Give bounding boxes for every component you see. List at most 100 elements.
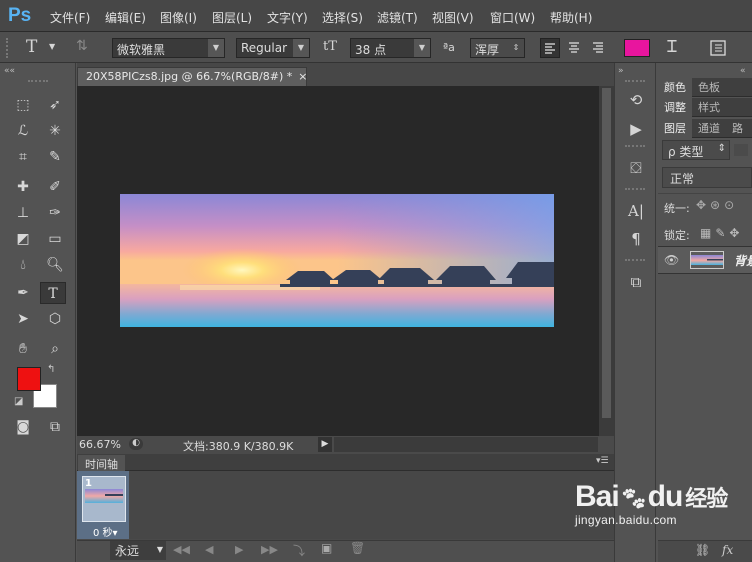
loop-select[interactable]: 永远 ▼	[110, 541, 166, 560]
text-tool-preset[interactable]: T	[26, 37, 37, 57]
zoom-level[interactable]: 66.67%	[79, 438, 121, 451]
menu-help[interactable]: 帮助(H)	[550, 9, 592, 26]
default-colors-icon[interactable]: ◪	[14, 396, 23, 407]
unify-icons[interactable]: ✥⊛⊙	[696, 198, 738, 212]
gradient-tool-icon[interactable]: ▭	[42, 228, 68, 250]
scrollbar-thumb[interactable]	[602, 88, 611, 418]
crop-tool-icon[interactable]: ⌗	[10, 146, 36, 168]
tab-adjustments[interactable]: 调整	[658, 98, 692, 117]
tab-swatches[interactable]: 色板	[692, 78, 726, 97]
menu-view[interactable]: 视图(V)	[432, 9, 474, 26]
tween-icon[interactable]: ⤵	[293, 542, 305, 559]
menu-filter[interactable]: 滤镜(T)	[377, 9, 418, 26]
actions-play-icon[interactable]: ▶	[622, 117, 650, 141]
warp-text-icon[interactable]: Ꮖ	[667, 37, 678, 57]
tab-paths[interactable]: 路	[726, 119, 749, 138]
filter-type-icon[interactable]	[734, 144, 748, 156]
close-icon[interactable]: ×	[298, 70, 307, 83]
frame-delay[interactable]: 0 秒▾	[93, 524, 118, 539]
align-left-button[interactable]	[540, 38, 560, 58]
swap-colors-icon[interactable]: ↰	[47, 364, 55, 375]
menu-layer[interactable]: 图层(L)	[212, 9, 252, 26]
quick-mask-icon[interactable]: ◙	[10, 416, 36, 438]
marquee-tool-icon[interactable]: ⬚	[10, 94, 36, 116]
3d-icon[interactable]: ⛋	[622, 156, 650, 180]
timeline-header	[77, 454, 614, 471]
tab-styles[interactable]: 样式	[692, 98, 726, 117]
next-frame-icon[interactable]: ▶▶	[261, 543, 278, 556]
foreground-color-swatch[interactable]	[17, 367, 41, 391]
hand-tool-icon[interactable]: ✋︎	[10, 338, 36, 360]
document-tab[interactable]: 20X58PICzs8.jpg @ 66.7%(RGB/8#) * ×	[77, 67, 307, 86]
document-image[interactable]	[120, 194, 554, 327]
delete-frame-icon[interactable]: 🗑︎	[350, 541, 365, 555]
history-icon[interactable]: ⟲	[622, 88, 650, 112]
menu-file[interactable]: 文件(F)	[50, 9, 90, 26]
paragraph-icon[interactable]: ¶	[622, 227, 650, 251]
align-center-button[interactable]	[565, 38, 585, 58]
visibility-eye-icon[interactable]: 👁︎	[664, 253, 679, 267]
grip-handle[interactable]	[625, 259, 645, 261]
grip-handle[interactable]	[625, 188, 645, 190]
layer-name[interactable]: 背景	[734, 252, 752, 269]
previous-frame-icon[interactable]: ◀	[205, 543, 213, 556]
horizontal-scrollbar[interactable]	[334, 437, 598, 452]
move-tool-icon[interactable]: ➶	[42, 94, 68, 116]
menu-edit[interactable]: 编辑(E)	[105, 9, 146, 26]
type-tool-icon[interactable]: T	[40, 282, 66, 304]
character-panel-button[interactable]	[708, 38, 728, 58]
font-size-select[interactable]: 38 点 ▼	[350, 38, 431, 58]
tab-color[interactable]: 颜色	[658, 78, 692, 97]
text-color-swatch[interactable]	[624, 39, 650, 57]
font-family-select[interactable]: 微软雅黑 ▼	[112, 38, 225, 58]
menu-type[interactable]: 文字(Y)	[267, 9, 308, 26]
eyedropper-tool-icon[interactable]: ✎	[42, 146, 68, 168]
lasso-tool-icon[interactable]: ℒ	[10, 120, 36, 142]
chevron-down-icon[interactable]: ▼	[49, 42, 55, 51]
align-right-button[interactable]	[589, 38, 609, 58]
duplicate-frame-icon[interactable]: ▣	[321, 541, 332, 555]
clone-stamp-tool-icon[interactable]: ⊥	[10, 202, 36, 224]
layer-filter-select[interactable]: ρ 类型 ⇕	[662, 140, 730, 160]
screen-mode-icon[interactable]: ⧉	[42, 416, 68, 438]
healing-brush-tool-icon[interactable]: ✚	[10, 176, 36, 198]
grip-handle[interactable]	[6, 38, 16, 58]
zoom-tool-icon[interactable]: ⌕	[42, 338, 68, 360]
collapse-arrows-icon[interactable]: «	[740, 66, 746, 76]
pen-tool-icon[interactable]: ✒	[10, 282, 36, 304]
vertical-scrollbar[interactable]	[599, 86, 614, 436]
link-layers-icon[interactable]: ⛓︎	[695, 543, 710, 557]
grip-handle[interactable]	[625, 145, 645, 147]
panel-menu-icon[interactable]: ▾☰	[596, 456, 609, 466]
play-icon[interactable]: ▶	[235, 543, 243, 556]
status-options-icon[interactable]: ◐	[129, 438, 143, 450]
character-icon[interactable]: A|	[622, 199, 650, 223]
clone-source-icon[interactable]: ⧉	[622, 270, 650, 294]
tab-layers[interactable]: 图层	[658, 119, 692, 138]
first-frame-icon[interactable]: ◀◀	[173, 543, 190, 556]
anti-alias-select[interactable]: 浑厚 ⇕	[470, 38, 525, 58]
layer-style-icon[interactable]: fx	[722, 543, 733, 557]
collapse-arrows-icon[interactable]: ««	[4, 66, 15, 76]
brush-tool-icon[interactable]: ✐	[42, 176, 68, 198]
grip-handle[interactable]	[28, 80, 48, 82]
lock-icons[interactable]: ▦✎✥	[700, 226, 743, 240]
timeline-tab[interactable]: 时间轴	[78, 455, 125, 471]
dodge-tool-icon[interactable]: 🔍︎	[42, 254, 68, 276]
collapse-arrows-icon[interactable]: »	[618, 66, 624, 76]
status-arrow-icon[interactable]: ▶	[318, 437, 332, 452]
text-orientation-icon[interactable]: ⇅	[76, 38, 88, 54]
font-style-select[interactable]: Regular ▼	[236, 38, 310, 58]
grip-handle[interactable]	[625, 80, 645, 82]
menu-select[interactable]: 选择(S)	[322, 9, 363, 26]
tab-channels[interactable]: 通道	[692, 119, 726, 138]
blur-tool-icon[interactable]: 💧︎	[10, 254, 36, 276]
magic-wand-tool-icon[interactable]: ✳	[42, 120, 68, 142]
blend-mode-select[interactable]: 正常	[662, 167, 752, 188]
shape-tool-icon[interactable]: ⬡	[42, 308, 68, 330]
menu-window[interactable]: 窗口(W)	[490, 9, 535, 26]
eraser-tool-icon[interactable]: ◩	[10, 228, 36, 250]
history-brush-tool-icon[interactable]: ✑	[42, 202, 68, 224]
path-selection-tool-icon[interactable]: ➤	[10, 308, 36, 330]
menu-image[interactable]: 图像(I)	[160, 9, 197, 26]
